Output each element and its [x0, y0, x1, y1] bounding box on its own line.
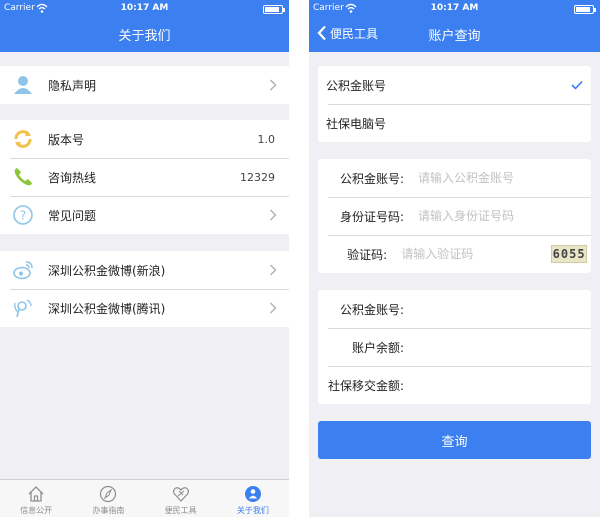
- compass-icon: [100, 485, 117, 503]
- nav-bar: Carrier 10:17 AM 关于我们: [0, 0, 289, 52]
- sina-weibo-icon: [10, 257, 36, 283]
- chevron-right-icon: [269, 209, 277, 221]
- phone-icon: [10, 164, 36, 190]
- about-icon: [244, 486, 261, 502]
- row-privacy[interactable]: 隐私声明: [0, 66, 289, 104]
- battery-icon: [263, 5, 285, 14]
- tab-bar: 信息公开 办事指南 便民工具 关于我们: [0, 479, 289, 517]
- row-label: 深圳公积金微博(腾讯): [48, 301, 166, 316]
- field-label: 验证码:: [347, 247, 388, 262]
- tab-label: 关于我们: [236, 506, 269, 515]
- about-us-screen: Carrier 10:17 AM 关于我们 隐私声明 版本号 1.0 咨询热线 …: [0, 0, 289, 517]
- checkmark-icon: [571, 80, 583, 90]
- question-icon: ?: [10, 202, 36, 228]
- heart-tools-icon: [172, 487, 189, 502]
- status-time: 10:17 AM: [120, 3, 169, 13]
- nav-bar: Carrier 10:17 AM 便民工具 账户查询: [309, 0, 600, 52]
- option-fund-account[interactable]: 公积金账号: [318, 66, 591, 104]
- captcha-input[interactable]: [401, 247, 552, 261]
- privacy-group: 隐私声明: [0, 66, 289, 104]
- battery-icon: [574, 5, 596, 14]
- tab-guide[interactable]: 办事指南: [72, 480, 144, 517]
- tab-info-public[interactable]: 信息公开: [0, 480, 72, 517]
- row-tencent-weibo[interactable]: 深圳公积金微博(腾讯): [0, 289, 289, 327]
- tab-label: 办事指南: [92, 506, 125, 515]
- row-label: 深圳公积金微博(新浪): [48, 263, 166, 278]
- tencent-weibo-icon: [10, 295, 36, 321]
- id-number-input[interactable]: [418, 209, 591, 223]
- tab-about[interactable]: 关于我们: [217, 480, 289, 517]
- user-icon: [10, 72, 36, 98]
- field-label: 身份证号码:: [339, 209, 404, 224]
- form-row-account: 公积金账号:: [318, 159, 591, 197]
- result-row: 公积金账号:: [318, 290, 591, 328]
- weibo-group: 深圳公积金微博(新浪) 深圳公积金微博(腾讯): [0, 251, 289, 327]
- option-social-security[interactable]: 社保电脑号: [318, 104, 591, 142]
- account-query-screen: Carrier 10:17 AM 便民工具 账户查询 公积金账号 社保电脑号 公…: [309, 0, 600, 517]
- row-hotline[interactable]: 咨询热线 12329: [0, 158, 289, 196]
- form-row-id: 身份证号码:: [318, 197, 591, 235]
- result-label: 账户余额:: [351, 340, 404, 355]
- refresh-icon: [10, 126, 36, 152]
- result-label: 公积金账号:: [339, 302, 404, 317]
- form-row-captcha: 验证码: 6055: [318, 235, 591, 273]
- tab-label: 信息公开: [20, 506, 53, 515]
- field-label: 公积金账号:: [339, 171, 404, 186]
- row-label: 隐私声明: [48, 78, 97, 93]
- option-label: 社保电脑号: [326, 116, 387, 131]
- svg-text:?: ?: [20, 209, 26, 223]
- status-bar: Carrier 10:17 AM: [309, 0, 600, 17]
- result-row: 账户余额:: [318, 328, 591, 366]
- row-sina-weibo[interactable]: 深圳公积金微博(新浪): [0, 251, 289, 289]
- row-faq[interactable]: ? 常见问题: [0, 196, 289, 234]
- query-form: 公积金账号: 身份证号码: 验证码: 6055: [318, 159, 591, 273]
- hotline-value: 12329: [240, 170, 275, 184]
- chevron-right-icon: [269, 79, 277, 91]
- result-label: 社保移交金额:: [327, 378, 404, 393]
- account-type-group: 公积金账号 社保电脑号: [318, 66, 591, 142]
- version-value: 1.0: [257, 132, 276, 146]
- result-group: 公积金账号: 账户余额: 社保移交金额:: [318, 290, 591, 404]
- chevron-right-icon: [269, 264, 277, 276]
- row-label: 版本号: [48, 132, 85, 147]
- account-input[interactable]: [418, 171, 591, 185]
- home-icon: [28, 486, 44, 502]
- page-title: 关于我们: [118, 29, 171, 44]
- row-version: 版本号 1.0: [0, 120, 289, 158]
- chevron-right-icon: [269, 302, 277, 314]
- row-label: 咨询热线: [48, 170, 97, 185]
- result-row: 社保移交金额:: [318, 366, 591, 404]
- query-button[interactable]: 查询: [318, 421, 591, 459]
- tab-label: 便民工具: [164, 506, 197, 515]
- option-label: 公积金账号: [326, 78, 387, 93]
- info-group: 版本号 1.0 咨询热线 12329 ? 常见问题: [0, 120, 289, 234]
- tab-tools[interactable]: 便民工具: [145, 480, 217, 517]
- captcha-image[interactable]: 6055: [551, 245, 587, 263]
- status-time: 10:17 AM: [430, 3, 479, 13]
- page-title: 账户查询: [428, 29, 481, 44]
- status-bar: Carrier 10:17 AM: [0, 0, 289, 17]
- row-label: 常见问题: [48, 208, 97, 223]
